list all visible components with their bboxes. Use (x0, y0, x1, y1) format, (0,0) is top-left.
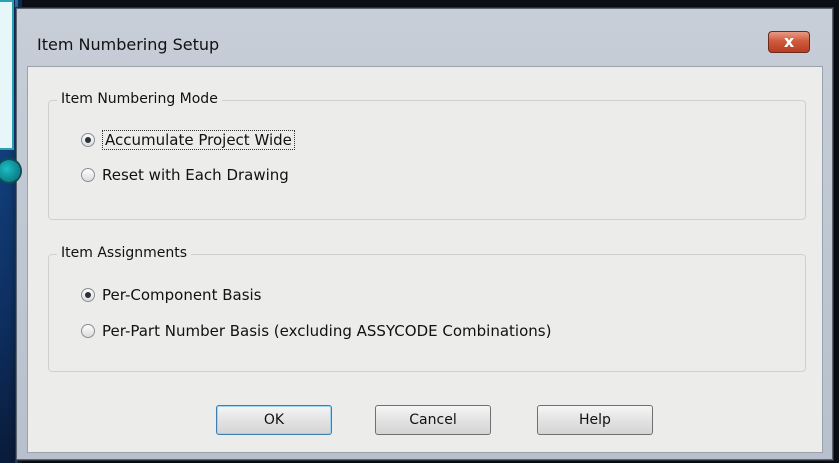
item-assignments-group: Item Assignments Per-Component Basis Per… (48, 245, 806, 372)
group-legend: Item Assignments (57, 245, 192, 261)
title-bar[interactable]: Item Numbering Setup x (17, 9, 832, 67)
dialog-client-area: Item Numbering Mode Accumulate Project W… (27, 66, 823, 453)
item-numbering-mode-group: Item Numbering Mode Accumulate Project W… (48, 91, 806, 220)
cancel-button[interactable]: Cancel (375, 405, 491, 435)
help-button[interactable]: Help (537, 405, 653, 435)
ok-button[interactable]: OK (216, 405, 332, 435)
radio-button-checked[interactable] (81, 133, 95, 147)
radio-label: Accumulate Project Wide (102, 130, 295, 150)
radio-button[interactable] (81, 168, 95, 182)
radio-label: Per-Part Number Basis (excluding ASSYCOD… (102, 322, 552, 340)
radio-per-part-number-basis[interactable]: Per-Part Number Basis (excluding ASSYCOD… (81, 322, 551, 340)
radio-button[interactable] (81, 324, 95, 338)
group-legend: Item Numbering Mode (57, 91, 222, 107)
radio-reset-with-each-drawing[interactable]: Reset with Each Drawing (81, 166, 289, 184)
dialog-window: Item Numbering Setup x Item Numbering Mo… (16, 8, 833, 460)
radio-button-checked[interactable] (81, 288, 95, 302)
dialog-title: Item Numbering Setup (37, 35, 220, 54)
radio-per-component-basis[interactable]: Per-Component Basis (81, 286, 262, 304)
radio-label: Per-Component Basis (102, 286, 262, 304)
close-button[interactable]: x (768, 31, 810, 53)
close-icon: x (783, 32, 795, 51)
tutorial-callout (0, 0, 14, 150)
radio-label: Reset with Each Drawing (102, 166, 289, 184)
radio-accumulate-project-wide[interactable]: Accumulate Project Wide (81, 130, 295, 150)
